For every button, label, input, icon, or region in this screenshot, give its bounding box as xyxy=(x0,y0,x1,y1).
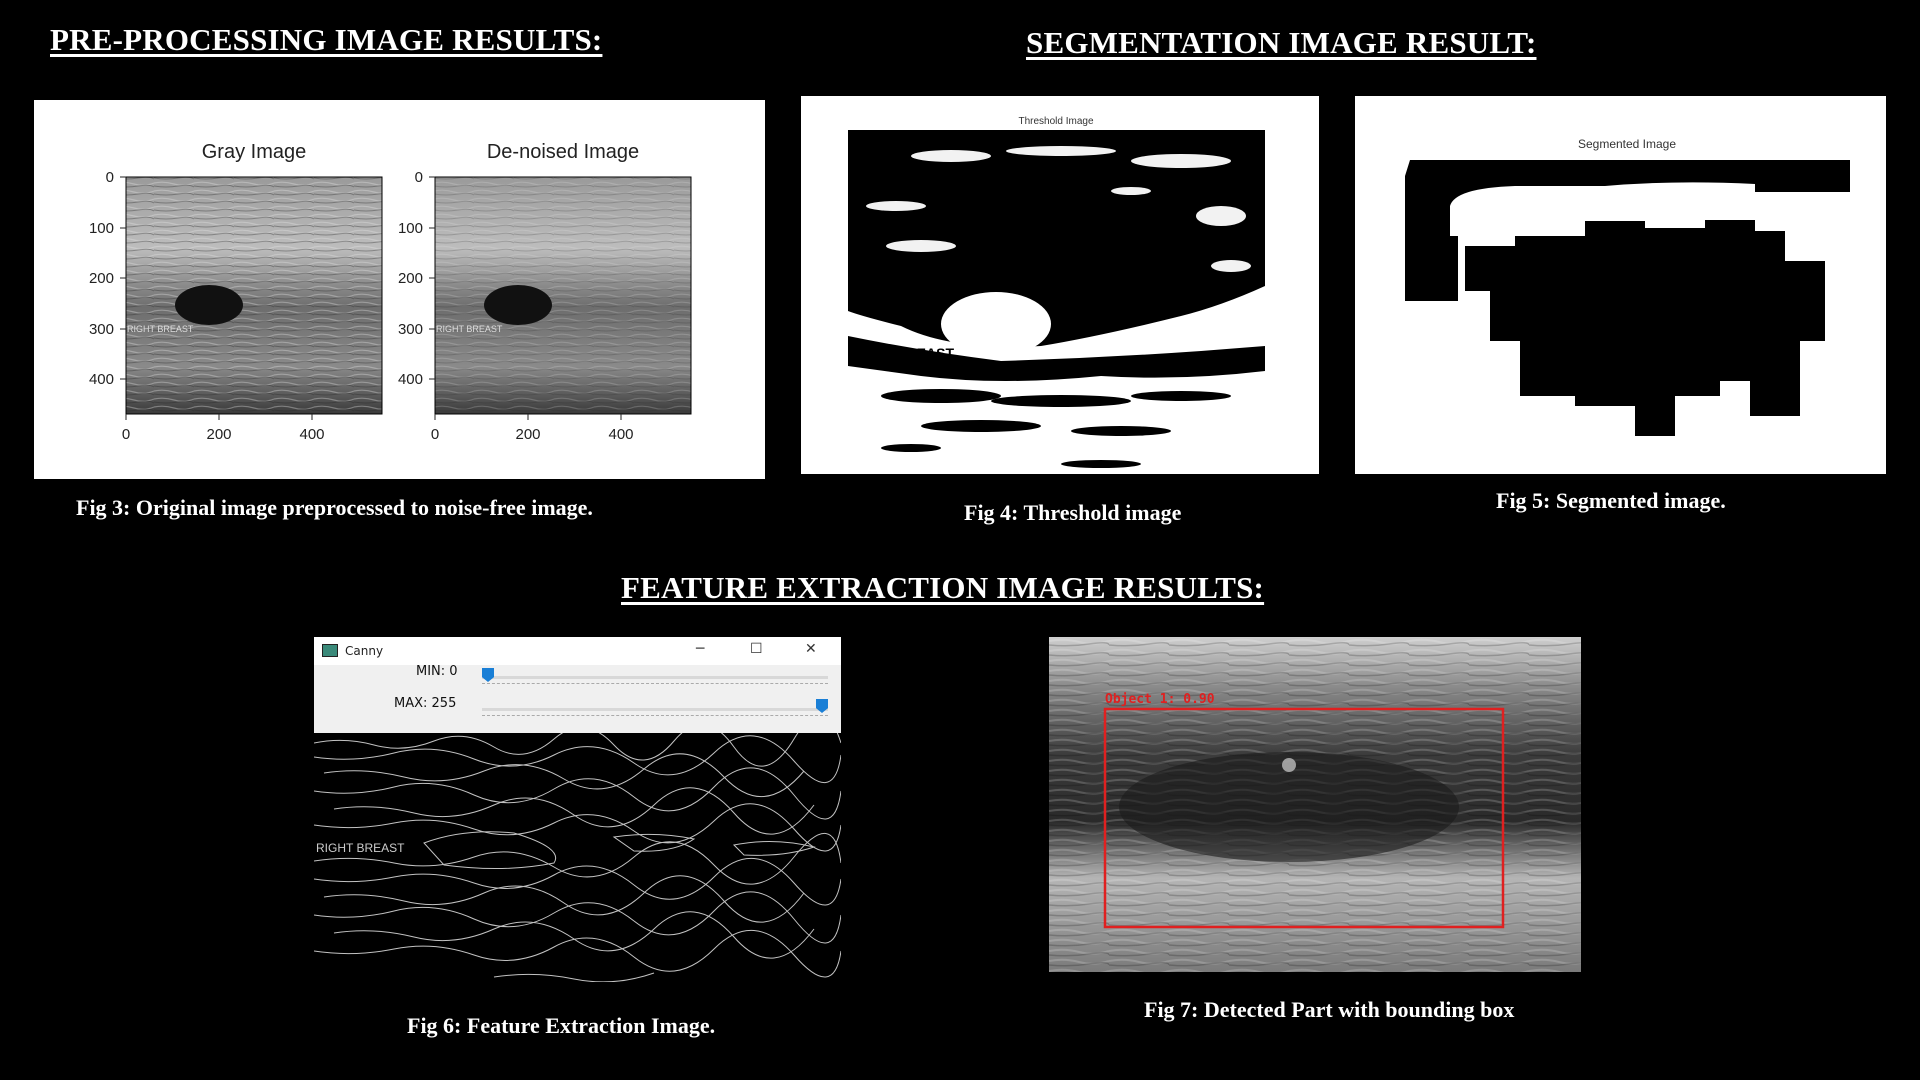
fig3-panel: Gray Image RIGHT BREAST De-noised Image … xyxy=(34,100,765,479)
canny-window-title: Canny xyxy=(345,644,384,658)
fig4-caption: Fig 4: Threshold image xyxy=(964,500,1182,525)
fig7-panel: Object 1: 0.90 xyxy=(1049,637,1581,972)
right-y-tick: 200 xyxy=(398,270,423,287)
fig3-plot: Gray Image RIGHT BREAST De-noised Image … xyxy=(89,141,692,443)
right-y-ticks: 0 100 200 300 400 xyxy=(398,169,423,388)
right-x-ticks: 0 200 400 xyxy=(431,426,634,443)
left-y-tick: 100 xyxy=(89,220,114,237)
gray-lesion xyxy=(175,285,243,325)
segmented-plot: Segmented Image xyxy=(1405,137,1850,436)
denoised-image-title: De-noised Image xyxy=(487,141,639,163)
left-y-tick: 0 xyxy=(106,169,114,186)
right-x-tick: 0 xyxy=(431,426,439,443)
fig5-caption: Fig 5: Segmented image. xyxy=(1496,488,1726,513)
denoised-lesion xyxy=(484,285,552,325)
canny-overlay-text: RIGHT BREAST xyxy=(316,841,405,855)
max-trackbar-label: MAX: 255 xyxy=(394,696,457,711)
fig7-caption: Fig 7: Detected Part with bounding box xyxy=(1144,997,1515,1022)
left-y-tick: 400 xyxy=(89,371,114,388)
gray-overlay-text: RIGHT BREAST xyxy=(127,324,194,334)
threshold-lesion xyxy=(941,292,1051,356)
maximize-icon[interactable]: ☐ xyxy=(750,641,763,657)
gray-image-title: Gray Image xyxy=(202,141,306,163)
right-y-tick: 100 xyxy=(398,220,423,237)
right-y-tick: 300 xyxy=(398,321,423,338)
minimize-icon[interactable]: ─ xyxy=(696,641,704,657)
segmented-lesion-region xyxy=(1465,220,1825,436)
fig4-panel: Threshold Image RIGHT BREAST xyxy=(801,96,1319,474)
canny-edge-image: RIGHT BREAST xyxy=(314,733,841,982)
right-y-tick: 400 xyxy=(398,371,423,388)
detection-image: Object 1: 0.90 xyxy=(1049,637,1581,972)
threshold-title: Threshold Image xyxy=(1018,116,1093,127)
threshold-plot: Threshold Image RIGHT BREAST xyxy=(848,116,1265,468)
denoised-overlay-text: RIGHT BREAST xyxy=(436,324,503,334)
left-y-tick: 300 xyxy=(89,321,114,338)
fig6-caption: Fig 6: Feature Extraction Image. xyxy=(407,1013,716,1038)
left-y-ticks: 0 100 200 300 400 xyxy=(89,169,114,388)
detection-label: Object 1: 0.90 xyxy=(1105,692,1215,707)
left-x-tick: 200 xyxy=(206,426,231,443)
segmentation-heading: SEGMENTATION IMAGE RESULT: xyxy=(1026,25,1537,60)
preprocessing-heading: PRE-PROCESSING IMAGE RESULTS: xyxy=(50,22,603,57)
canny-app-icon xyxy=(322,644,338,657)
min-slider-thumb[interactable] xyxy=(482,668,494,682)
left-x-tick: 0 xyxy=(122,426,130,443)
left-y-tick: 200 xyxy=(89,270,114,287)
canny-window: Canny ─ ☐ ✕ MIN: 0 MAX: 255 RIGHT BREAST xyxy=(314,637,841,982)
feature-extraction-heading: FEATURE EXTRACTION IMAGE RESULTS: xyxy=(621,570,1265,605)
close-icon[interactable]: ✕ xyxy=(805,641,817,657)
min-trackbar-label: MIN: 0 xyxy=(416,664,458,679)
right-x-tick: 200 xyxy=(515,426,540,443)
left-x-ticks: 0 200 400 xyxy=(122,426,325,443)
right-y-tick: 0 xyxy=(415,169,423,186)
segmented-title: Segmented Image xyxy=(1578,137,1676,151)
fig3-caption: Fig 3: Original image preprocessed to no… xyxy=(76,495,593,520)
left-x-tick: 400 xyxy=(299,426,324,443)
right-x-tick: 400 xyxy=(608,426,633,443)
fig5-panel: Segmented Image xyxy=(1355,96,1886,474)
threshold-overlay-text: RIGHT BREAST xyxy=(849,345,954,361)
max-trackbar[interactable] xyxy=(482,699,828,716)
min-trackbar[interactable] xyxy=(482,668,828,684)
canny-titlebar: Canny ─ ☐ ✕ xyxy=(314,637,841,665)
